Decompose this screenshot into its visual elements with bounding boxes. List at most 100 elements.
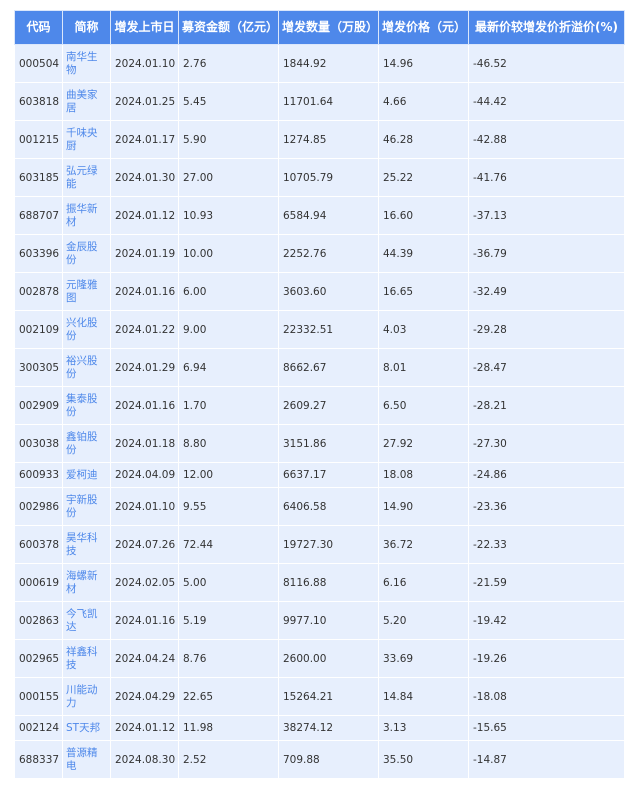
cell-listing-date: 2024.04.29 bbox=[110, 677, 179, 716]
cell-price: 6.16 bbox=[378, 563, 469, 602]
table-row: 000155 川能动力 2024.04.29 22.65 15264.21 14.84 -1… bbox=[14, 677, 625, 716]
cell-price: 18.08 bbox=[378, 462, 469, 488]
header-listing-date: 增发上市日 bbox=[110, 10, 179, 45]
cell-price: 8.01 bbox=[378, 348, 469, 387]
cell-code: 603185 bbox=[14, 158, 63, 197]
cell-price: 46.28 bbox=[378, 120, 469, 159]
cell-code: 002878 bbox=[14, 272, 63, 311]
header-shares: 增发数量（万股） bbox=[278, 10, 379, 45]
cell-amount: 9.55 bbox=[178, 487, 279, 526]
table-row: 002109 兴化股份 2024.01.22 9.00 22332.51 4.03 -29.… bbox=[14, 310, 625, 349]
cell-premium: -22.33 bbox=[468, 525, 625, 564]
cell-price: 16.60 bbox=[378, 196, 469, 235]
cell-shares: 6637.17 bbox=[278, 462, 379, 488]
cell-shares: 8662.67 bbox=[278, 348, 379, 387]
cell-amount: 6.94 bbox=[178, 348, 279, 387]
cell-shares: 2600.00 bbox=[278, 639, 379, 678]
stock-name-link[interactable]: 弘元绿能 bbox=[62, 158, 111, 197]
cell-code: 603818 bbox=[14, 82, 63, 121]
stock-name-link[interactable]: 宇新股份 bbox=[62, 487, 111, 526]
stock-name-link[interactable]: 今飞凯达 bbox=[62, 601, 111, 640]
stock-name-link[interactable]: 元隆雅图 bbox=[62, 272, 111, 311]
cell-listing-date: 2024.01.29 bbox=[110, 348, 179, 387]
table-row: 600933 爱柯迪 2024.04.09 12.00 6637.17 18.08 -24.… bbox=[14, 462, 625, 488]
table-row: 002965 祥鑫科技 2024.04.24 8.76 2600.00 33.69 -19.… bbox=[14, 639, 625, 678]
cell-listing-date: 2024.01.19 bbox=[110, 234, 179, 273]
cell-amount: 5.90 bbox=[178, 120, 279, 159]
cell-premium: -29.28 bbox=[468, 310, 625, 349]
table-row: 603818 曲美家居 2024.01.25 5.45 11701.64 4.66 -44.… bbox=[14, 82, 625, 121]
stock-name-link[interactable]: 鑫铂股份 bbox=[62, 424, 111, 463]
table-row: 603396 金辰股份 2024.01.19 10.00 2252.76 44.39 -36… bbox=[14, 234, 625, 273]
cell-amount: 6.00 bbox=[178, 272, 279, 311]
stock-name-link[interactable]: 祥鑫科技 bbox=[62, 639, 111, 678]
stock-name-link[interactable]: 兴化股份 bbox=[62, 310, 111, 349]
stock-name-link[interactable]: 爱柯迪 bbox=[62, 462, 111, 488]
header-code: 代码 bbox=[14, 10, 63, 45]
cell-listing-date: 2024.01.12 bbox=[110, 196, 179, 235]
stock-name-link[interactable]: 曲美家居 bbox=[62, 82, 111, 121]
cell-listing-date: 2024.01.17 bbox=[110, 120, 179, 159]
stock-name-link[interactable]: 千味央厨 bbox=[62, 120, 111, 159]
cell-price: 35.50 bbox=[378, 740, 469, 779]
cell-price: 44.39 bbox=[378, 234, 469, 273]
stock-name-link[interactable]: 昊华科技 bbox=[62, 525, 111, 564]
cell-price: 36.72 bbox=[378, 525, 469, 564]
cell-listing-date: 2024.01.22 bbox=[110, 310, 179, 349]
cell-shares: 2252.76 bbox=[278, 234, 379, 273]
cell-amount: 10.00 bbox=[178, 234, 279, 273]
cell-amount: 8.76 bbox=[178, 639, 279, 678]
stock-name-link[interactable]: 振华新材 bbox=[62, 196, 111, 235]
cell-code: 688337 bbox=[14, 740, 63, 779]
cell-price: 25.22 bbox=[378, 158, 469, 197]
cell-listing-date: 2024.08.30 bbox=[110, 740, 179, 779]
stock-name-link[interactable]: 川能动力 bbox=[62, 677, 111, 716]
cell-amount: 5.19 bbox=[178, 601, 279, 640]
cell-premium: -28.21 bbox=[468, 386, 625, 425]
stock-name-link[interactable]: 金辰股份 bbox=[62, 234, 111, 273]
table-row: 002909 集泰股份 2024.01.16 1.70 2609.27 6.50 -28.2… bbox=[14, 386, 625, 425]
header-premium: 最新价较增发价折溢价(%) bbox=[468, 10, 625, 45]
cell-premium: -19.26 bbox=[468, 639, 625, 678]
header-price: 增发价格（元） bbox=[378, 10, 469, 45]
cell-shares: 3151.86 bbox=[278, 424, 379, 463]
table-row: 000504 南华生物 2024.01.10 2.76 1844.92 14.96 -46.… bbox=[14, 44, 625, 83]
stock-name-link[interactable]: ST天邦 bbox=[62, 715, 111, 741]
cell-premium: -24.86 bbox=[468, 462, 625, 488]
cell-premium: -41.76 bbox=[468, 158, 625, 197]
stock-name-link[interactable]: 普源精电 bbox=[62, 740, 111, 779]
cell-amount: 8.80 bbox=[178, 424, 279, 463]
table-body: 000504 南华生物 2024.01.10 2.76 1844.92 14.96 -46.… bbox=[14, 44, 625, 779]
cell-shares: 6584.94 bbox=[278, 196, 379, 235]
table-row: 300305 裕兴股份 2024.01.29 6.94 8662.67 8.01 -28.4… bbox=[14, 348, 625, 387]
stock-name-link[interactable]: 裕兴股份 bbox=[62, 348, 111, 387]
cell-premium: -15.65 bbox=[468, 715, 625, 741]
stock-name-link[interactable]: 南华生物 bbox=[62, 44, 111, 83]
header-name: 简称 bbox=[62, 10, 111, 45]
cell-amount: 22.65 bbox=[178, 677, 279, 716]
cell-amount: 11.98 bbox=[178, 715, 279, 741]
cell-premium: -14.87 bbox=[468, 740, 625, 779]
table-row: 688707 振华新材 2024.01.12 10.93 6584.94 16.60 -37… bbox=[14, 196, 625, 235]
header-amount: 募资金额（亿元） bbox=[178, 10, 279, 45]
cell-price: 33.69 bbox=[378, 639, 469, 678]
cell-shares: 6406.58 bbox=[278, 487, 379, 526]
cell-premium: -21.59 bbox=[468, 563, 625, 602]
stock-name-link[interactable]: 集泰股份 bbox=[62, 386, 111, 425]
cell-amount: 10.93 bbox=[178, 196, 279, 235]
cell-price: 6.50 bbox=[378, 386, 469, 425]
stock-name-link[interactable]: 海螺新材 bbox=[62, 563, 111, 602]
cell-shares: 709.88 bbox=[278, 740, 379, 779]
cell-price: 4.66 bbox=[378, 82, 469, 121]
table-row: 002986 宇新股份 2024.01.10 9.55 6406.58 14.90 -23.… bbox=[14, 487, 625, 526]
cell-amount: 27.00 bbox=[178, 158, 279, 197]
cell-code: 002124 bbox=[14, 715, 63, 741]
cell-amount: 5.00 bbox=[178, 563, 279, 602]
cell-code: 600933 bbox=[14, 462, 63, 488]
cell-amount: 72.44 bbox=[178, 525, 279, 564]
cell-premium: -27.30 bbox=[468, 424, 625, 463]
placement-table-container: 代码 简称 增发上市日 募资金额（亿元） 增发数量（万股） 增发价格（元） 最新… bbox=[14, 10, 625, 779]
cell-shares: 15264.21 bbox=[278, 677, 379, 716]
cell-shares: 19727.30 bbox=[278, 525, 379, 564]
cell-code: 002863 bbox=[14, 601, 63, 640]
